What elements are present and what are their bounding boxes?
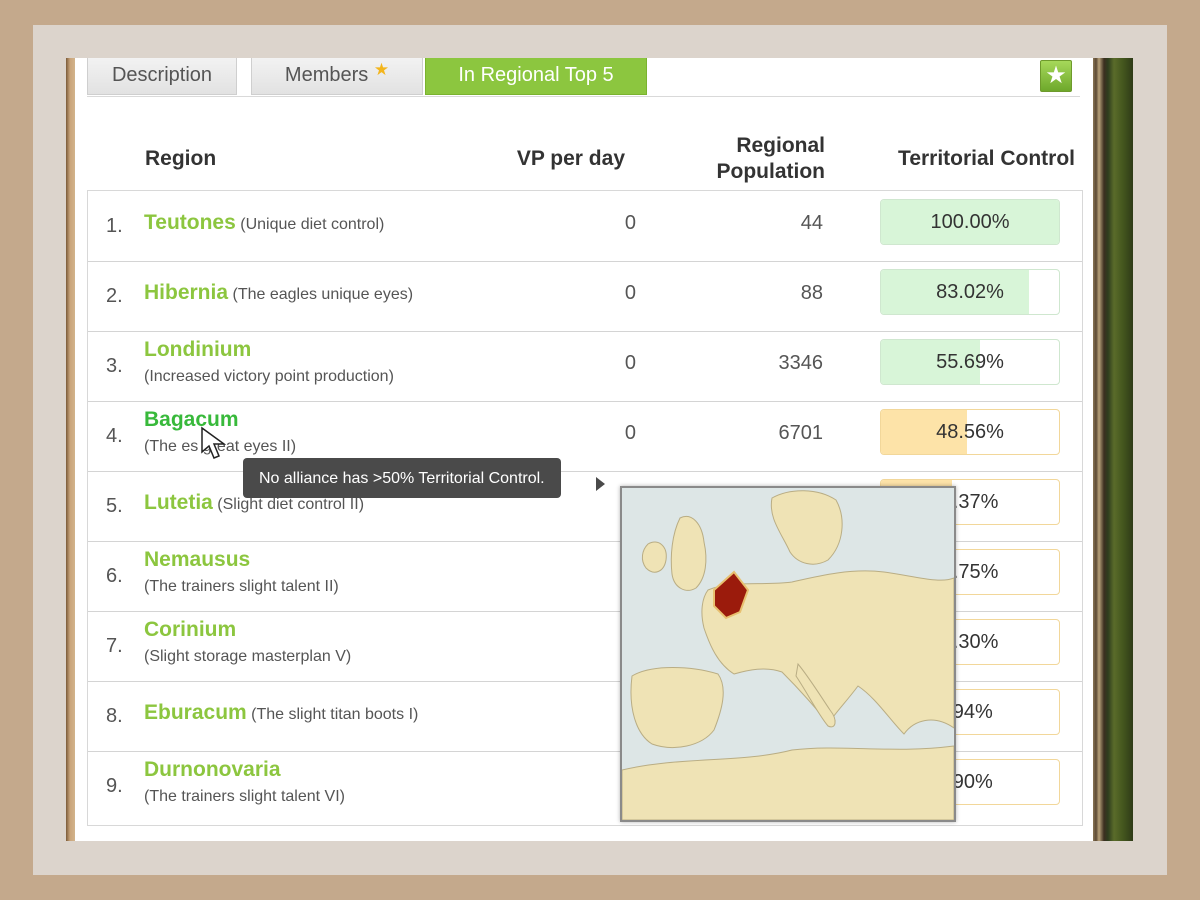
population-value: 3346 bbox=[778, 352, 824, 374]
vp-value: 0 bbox=[624, 282, 636, 304]
region-cell: Corinium (Slight storage masterplan V) bbox=[144, 617, 351, 671]
control-bar: 55.69% bbox=[880, 339, 1060, 385]
table-row: 1. Teutones (Unique diet control) 0 44 1… bbox=[88, 191, 1082, 262]
rank: 8. bbox=[106, 705, 123, 727]
screenshot: Description Members ★ In Regional Top 5 … bbox=[66, 58, 1133, 841]
region-link[interactable]: Teutones bbox=[144, 211, 236, 234]
region-bonus: (Unique diet control) bbox=[240, 216, 385, 233]
population-value: 44 bbox=[800, 212, 823, 234]
mouse-cursor-icon bbox=[201, 426, 227, 459]
control-value: 55.69% bbox=[936, 351, 1004, 373]
vp-value: 0 bbox=[624, 212, 636, 234]
region-cell: Nemausus (The trainers slight talent II) bbox=[144, 547, 339, 601]
region-bonus: (The trainers slight talent II) bbox=[144, 578, 339, 595]
rank: 4. bbox=[106, 425, 123, 447]
region-cell: Hibernia (The eagles unique eyes) bbox=[144, 261, 413, 331]
star-icon: ★ bbox=[373, 60, 390, 79]
tab-members[interactable]: Members ★ bbox=[251, 58, 423, 95]
control-value: 48.56% bbox=[936, 421, 1004, 443]
region-cell: Eburacum (The slight titan boots I) bbox=[144, 681, 418, 751]
column-header-territorial-control: Territorial Control bbox=[898, 147, 1075, 170]
region-link[interactable]: Eburacum bbox=[144, 701, 247, 724]
region-bonus: (The slight titan boots I) bbox=[251, 706, 419, 723]
alliance-panel: Description Members ★ In Regional Top 5 … bbox=[75, 58, 1092, 841]
tooltip-arrow bbox=[596, 477, 605, 491]
vp-value: 0 bbox=[624, 352, 636, 374]
tab-description[interactable]: Description bbox=[87, 58, 237, 95]
rank: 9. bbox=[106, 775, 123, 797]
control-value: 83.02% bbox=[936, 281, 1004, 303]
column-header-vp-per-day: VP per day bbox=[516, 147, 625, 170]
table-row: 2. Hibernia (The eagles unique eyes) 0 8… bbox=[88, 261, 1082, 332]
region-cell: Durnonovaria (The trainers slight talent … bbox=[144, 757, 345, 811]
rank: 7. bbox=[106, 635, 123, 657]
tab-regional-top-5[interactable]: In Regional Top 5 bbox=[425, 58, 647, 95]
region-link[interactable]: Londinium bbox=[144, 337, 394, 363]
control-bar: 83.02% bbox=[880, 269, 1060, 315]
column-header-regional-population: Regional Population bbox=[716, 134, 826, 183]
wood-frame-right bbox=[1092, 58, 1133, 841]
region-map-popup bbox=[620, 486, 956, 822]
rank: 3. bbox=[106, 355, 123, 377]
control-value: 100.00% bbox=[930, 211, 1010, 233]
favorite-star-icon[interactable]: ★ bbox=[1040, 60, 1072, 92]
region-link[interactable]: Corinium bbox=[144, 617, 351, 643]
region-link[interactable]: Lutetia bbox=[144, 491, 213, 514]
region-cell: Teutones (Unique diet control) bbox=[144, 191, 384, 261]
tooltip: No alliance has >50% Territorial Control… bbox=[243, 458, 561, 498]
europe-map bbox=[622, 488, 954, 820]
rank: 2. bbox=[106, 285, 123, 307]
region-link[interactable]: Durnonovaria bbox=[144, 757, 345, 783]
control-bar: 48.56% bbox=[880, 409, 1060, 455]
region-bonus: (Increased victory point production) bbox=[144, 368, 394, 385]
region-link[interactable]: Hibernia bbox=[144, 281, 228, 304]
population-value: 6701 bbox=[778, 422, 824, 444]
region-bonus: (The trainers slight talent VI) bbox=[144, 788, 345, 805]
rank: 6. bbox=[106, 565, 123, 587]
table-row: 3. Londinium (Increased victory point pro… bbox=[88, 331, 1082, 402]
tab-bar: Description Members ★ In Regional Top 5 … bbox=[87, 58, 1080, 97]
control-bar: 100.00% bbox=[880, 199, 1060, 245]
region-link[interactable]: Nemausus bbox=[144, 547, 339, 573]
region-bonus: (Slight storage masterplan V) bbox=[144, 648, 352, 665]
population-value: 88 bbox=[800, 282, 823, 304]
wood-frame-left bbox=[66, 58, 75, 841]
region-bonus: (The eagles unique eyes) bbox=[232, 286, 414, 303]
rank: 1. bbox=[106, 215, 123, 237]
region-cell: Londinium (Increased victory point produc… bbox=[144, 337, 394, 391]
region-bonus: (Slight diet control II) bbox=[217, 496, 365, 513]
tab-members-label: Members bbox=[284, 64, 369, 86]
column-header-region: Region bbox=[145, 147, 217, 170]
rank: 5. bbox=[106, 495, 123, 517]
